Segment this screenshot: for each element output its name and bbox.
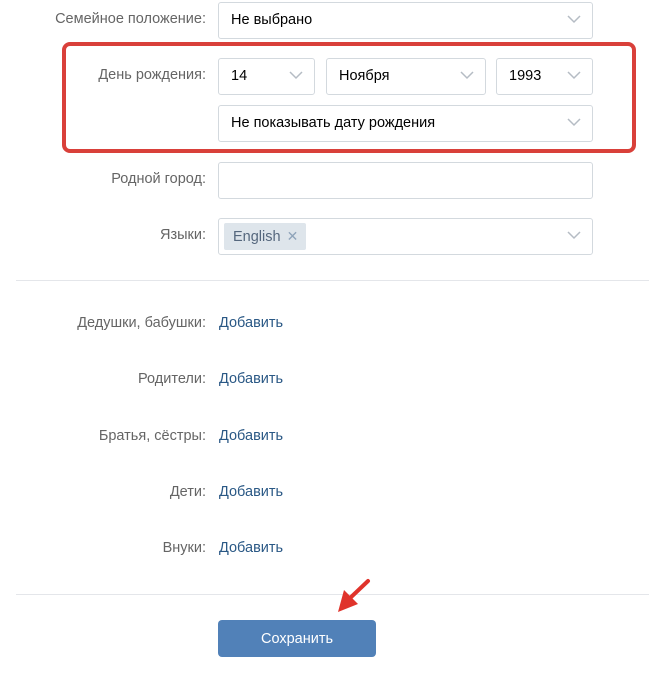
add-parents-link[interactable]: Добавить [219,371,283,387]
birthday-year-value: 1993 [509,68,542,84]
languages-label: Языки: [159,227,206,243]
relatives-grandchildren-label: Внуки: [162,540,206,556]
chevron-down-icon [289,70,303,80]
remove-tag-icon[interactable]: ✕ [287,228,299,245]
add-siblings-link[interactable]: Добавить [219,428,283,444]
birthday-day-value: 14 [231,68,248,84]
birthday-label: День рождения: [98,67,206,83]
chevron-down-icon [567,230,581,240]
relatives-grandparents-label: Дедушки, бабушки: [77,315,206,331]
birthday-day-select[interactable]: 14 [218,58,315,95]
relatives-children-label: Дети: [169,484,206,500]
section-divider [16,280,649,281]
hometown-input[interactable] [218,162,593,199]
add-grandchildren-link[interactable]: Добавить [219,540,283,556]
relatives-parents-label: Родители: [138,371,206,387]
birthday-visibility-value: Не показывать дату рождения [231,115,436,131]
language-tag-label: English [233,228,281,245]
annotation-arrow-icon [330,578,372,622]
save-button[interactable]: Сохранить [218,620,376,657]
hometown-label: Родной город: [111,171,206,187]
birthday-year-select[interactable]: 1993 [496,58,593,95]
chevron-down-icon [460,70,474,80]
marital-status-value: Не выбрано [231,12,313,28]
birthday-visibility-select[interactable]: Не показывать дату рождения [218,105,593,142]
chevron-down-icon [567,14,581,24]
languages-select[interactable]: English ✕ [218,218,593,255]
birthday-month-value: Ноября [339,68,390,84]
chevron-down-icon [567,70,581,80]
add-children-link[interactable]: Добавить [219,484,283,500]
language-tag: English ✕ [224,223,307,250]
chevron-down-icon [567,117,581,127]
add-grandparents-link[interactable]: Добавить [219,315,283,331]
marital-status-select[interactable]: Не выбрано [218,2,593,39]
relatives-siblings-label: Братья, сёстры: [98,428,206,444]
birthday-month-select[interactable]: Ноября [326,58,486,95]
marital-status-label: Семейное положение: [55,11,206,27]
